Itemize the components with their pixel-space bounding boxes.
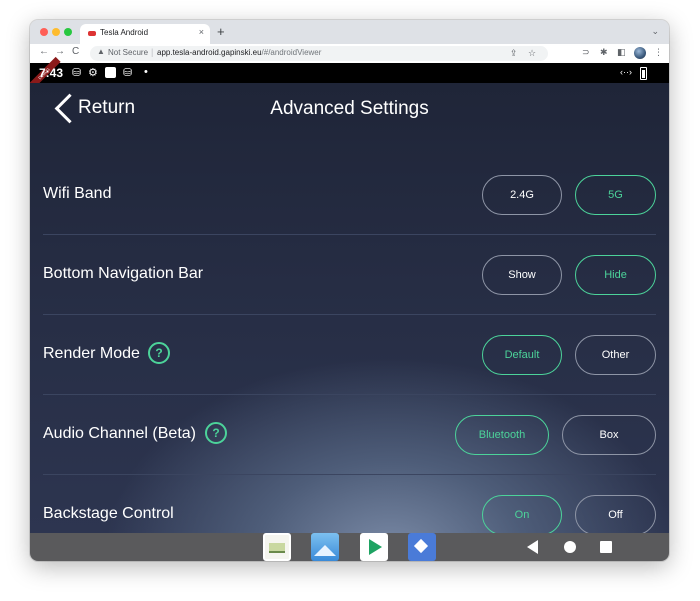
option-button-bluetooth[interactable]: Bluetooth	[455, 415, 549, 455]
url-path: /#/androidViewer	[261, 48, 322, 57]
setting-row-bottom-navigation-bar: Bottom Navigation Bar Show Hide	[43, 235, 656, 315]
new-tab-button[interactable]: +	[217, 24, 225, 39]
url-host: app.tesla-android.gapinski.eu	[157, 48, 262, 57]
side-panel-icon[interactable]: ◧	[617, 47, 626, 58]
address-bar[interactable]: ▲ Not Secure | app.tesla-android.gapinsk…	[90, 46, 548, 61]
more-dot-icon: •	[144, 66, 148, 78]
option-button-off[interactable]: Off	[575, 495, 656, 533]
page-title: Advanced Settings	[270, 98, 429, 119]
favicon-icon	[88, 31, 96, 36]
setting-label: Audio Channel (Beta)	[43, 425, 196, 442]
status-time: 7:43	[39, 66, 64, 80]
setting-row-audio-channel: Audio Channel (Beta) ? Bluetooth Box	[43, 395, 656, 475]
share-icon[interactable]: ⇪	[510, 48, 518, 59]
tab-search-icon[interactable]: ⌄	[651, 26, 659, 37]
option-button-hide[interactable]: Hide	[575, 255, 656, 295]
battery-icon	[640, 67, 647, 80]
kebab-menu-icon[interactable]: ⋮	[654, 47, 663, 58]
tab-strip: Tesla Android × + ⌄	[30, 20, 669, 44]
nav-recents-square-icon[interactable]	[600, 541, 612, 553]
help-question-icon[interactable]: ?	[148, 342, 170, 364]
extensions-puzzle-icon[interactable]: ✱	[600, 47, 608, 58]
tab-close-icon[interactable]: ×	[199, 27, 204, 37]
setting-row-render-mode: Render Mode ? Default Other	[43, 315, 656, 395]
nav-back-triangle-icon[interactable]	[527, 540, 538, 554]
vpn-icon: ‹··›	[620, 67, 632, 77]
close-window-button[interactable]	[40, 28, 48, 36]
browser-toolbar: ← → C ▲ Not Secure | app.tesla-android.g…	[30, 44, 669, 63]
url-text: app.tesla-android.gapinski.eu/#/androidV…	[157, 48, 321, 57]
setting-row-wifi-band: Wifi Band 2.4G 5G	[43, 155, 656, 235]
url-separator: |	[151, 47, 154, 57]
option-button-box[interactable]: Box	[562, 415, 656, 455]
forward-arrow-icon[interactable]: →	[55, 46, 65, 57]
setting-label: Backstage Control	[43, 505, 174, 522]
play-store-icon[interactable]	[360, 533, 388, 561]
bookmark-star-icon[interactable]: ☆	[528, 48, 536, 59]
help-question-icon[interactable]: ?	[205, 422, 227, 444]
map-app-icon[interactable]	[263, 533, 291, 561]
tab-tesla-android[interactable]: Tesla Android ×	[80, 24, 210, 44]
option-button-2-4g[interactable]: 2.4G	[482, 175, 562, 215]
notification-icon	[105, 67, 116, 78]
profile-avatar[interactable]	[634, 47, 646, 59]
option-button-other[interactable]: Other	[575, 335, 656, 375]
setting-label: Render Mode	[43, 345, 140, 362]
storage-icon: ⛁	[123, 67, 133, 79]
photos-app-icon[interactable]	[311, 533, 339, 561]
navigation-app-icon[interactable]	[408, 533, 436, 561]
back-arrow-icon[interactable]: ←	[39, 46, 49, 57]
security-label: Not Secure	[108, 48, 149, 57]
media-icon[interactable]: ⊃	[582, 47, 590, 58]
advanced-settings-screen: Return Advanced Settings Wifi Band 2.4G …	[30, 83, 669, 533]
setting-label: Wifi Band	[43, 185, 112, 202]
reload-icon[interactable]: C	[72, 46, 79, 57]
sim-icon: ⛁	[72, 67, 82, 79]
nav-home-circle-icon[interactable]	[564, 541, 576, 553]
settings-gear-icon: ⚙	[88, 67, 98, 79]
option-button-on[interactable]: On	[482, 495, 562, 533]
maximize-window-button[interactable]	[64, 28, 72, 36]
minimize-window-button[interactable]	[52, 28, 60, 36]
browser-window: Tesla Android × + ⌄ ← → C ▲ Not Secure |…	[30, 20, 669, 561]
setting-label: Bottom Navigation Bar	[43, 265, 204, 282]
android-status-bar: DEBUG 7:43 ⛁ ⚙ ⛁ • ‹··›	[30, 56, 669, 91]
option-button-show[interactable]: Show	[482, 255, 562, 295]
tab-title: Tesla Android	[100, 28, 149, 37]
warning-icon: ▲	[97, 47, 105, 56]
android-navigation-bar	[30, 533, 669, 561]
option-button-default[interactable]: Default	[482, 335, 562, 375]
option-button-5g[interactable]: 5G	[575, 175, 656, 215]
setting-row-backstage-control: Backstage Control On Off	[43, 475, 656, 533]
